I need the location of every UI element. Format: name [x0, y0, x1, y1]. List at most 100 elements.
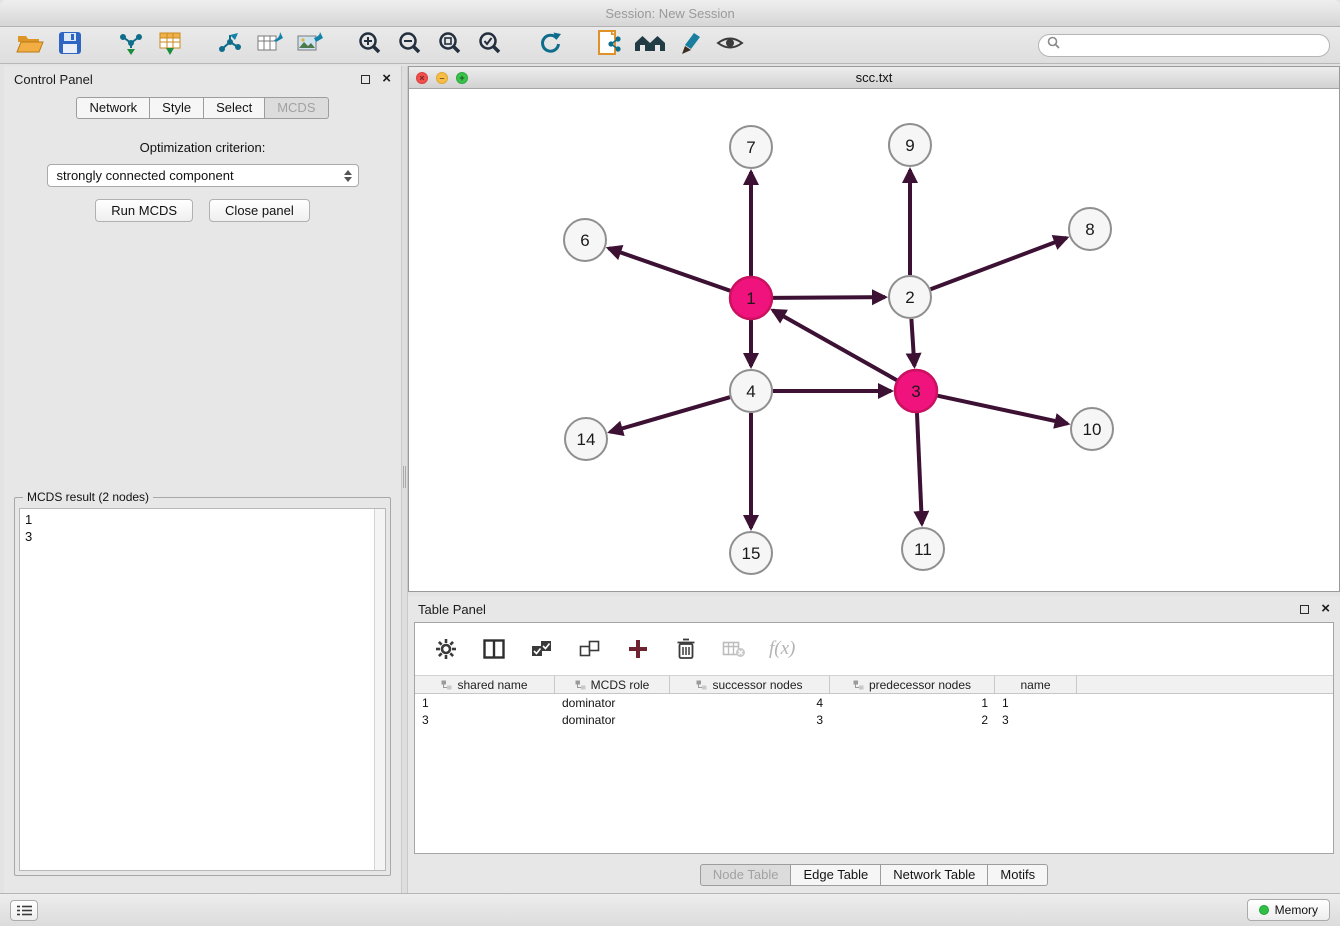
- import-table-icon: [156, 30, 184, 61]
- graph-node-label: 7: [746, 138, 755, 157]
- graph-node-label: 4: [746, 382, 755, 401]
- zoom-window-icon[interactable]: +: [456, 72, 468, 84]
- float-panel-icon[interactable]: [361, 75, 370, 84]
- zoom-in-icon: [357, 30, 383, 61]
- table-settings-button[interactable]: [433, 636, 459, 662]
- control-panel-title: Control Panel: [14, 72, 93, 87]
- export-table-button[interactable]: [250, 29, 290, 61]
- panel-splitter[interactable]: [401, 66, 408, 893]
- mcds-result-line: 3: [25, 528, 380, 545]
- cell-predecessor-nodes[interactable]: 2: [830, 711, 995, 728]
- new-network-button[interactable]: [210, 29, 250, 61]
- graph-edge-3-10[interactable]: [938, 396, 1068, 424]
- column-label: name: [1020, 678, 1050, 692]
- graph-edge-2-8[interactable]: [931, 238, 1067, 289]
- columns-icon: [483, 639, 505, 659]
- graph-node-label: 15: [742, 544, 761, 563]
- network-canvas[interactable]: 7968124314101511: [409, 89, 1339, 591]
- column-label: shared name: [457, 678, 527, 692]
- first-neighbors-button[interactable]: [630, 29, 670, 61]
- close-panel-icon[interactable]: ×: [382, 74, 391, 84]
- open-session-button[interactable]: [10, 29, 50, 61]
- add-column-button[interactable]: [625, 636, 651, 662]
- cell-mcds-role[interactable]: dominator: [555, 694, 670, 711]
- tab-select[interactable]: Select: [204, 97, 265, 119]
- graph-edge-2-3[interactable]: [911, 319, 914, 366]
- import-network-button[interactable]: [110, 29, 150, 61]
- cell-shared-name[interactable]: 3: [415, 711, 555, 728]
- graph-edge-1-2[interactable]: [773, 297, 885, 298]
- refresh-button[interactable]: [530, 29, 570, 61]
- import-table-button[interactable]: [150, 29, 190, 61]
- cell-name[interactable]: 3: [995, 711, 1077, 728]
- table-row[interactable]: 3 dominator 3 2 3: [415, 711, 1333, 728]
- attribute-icon: [441, 680, 452, 690]
- graph-node-label: 11: [914, 540, 932, 559]
- graph-edge-3-1[interactable]: [773, 310, 897, 380]
- attribute-icon: [853, 680, 864, 690]
- export-image-button[interactable]: [290, 29, 330, 61]
- memory-button[interactable]: Memory: [1247, 899, 1330, 921]
- delete-table-button[interactable]: [721, 636, 747, 662]
- show-columns-button[interactable]: [481, 636, 507, 662]
- zoom-out-button[interactable]: [390, 29, 430, 61]
- tab-motifs[interactable]: Motifs: [988, 864, 1048, 886]
- mcds-buttons-row: Run MCDS Close panel: [4, 199, 401, 222]
- column-header-successor-nodes[interactable]: successor nodes: [670, 676, 830, 693]
- tab-network-table[interactable]: Network Table: [881, 864, 988, 886]
- column-header-predecessor-nodes[interactable]: predecessor nodes: [830, 676, 995, 693]
- column-header-mcds-role[interactable]: MCDS role: [555, 676, 670, 693]
- select-all-button[interactable]: [529, 636, 555, 662]
- paintbrush-icon: [677, 30, 703, 61]
- result-scrollbar[interactable]: [374, 509, 385, 870]
- network-window-titlebar[interactable]: × – + scc.txt: [409, 67, 1339, 89]
- column-header-shared-name[interactable]: shared name: [415, 676, 555, 693]
- graph-edge-3-11[interactable]: [917, 413, 922, 524]
- cell-successor-nodes[interactable]: 3: [670, 711, 830, 728]
- cell-mcds-role[interactable]: dominator: [555, 711, 670, 728]
- zoom-fit-button[interactable]: [430, 29, 470, 61]
- network-window: × – + scc.txt 7968124314101511: [408, 66, 1340, 592]
- cell-successor-nodes[interactable]: 4: [670, 694, 830, 711]
- graph-edge-4-14[interactable]: [610, 397, 730, 432]
- close-window-icon[interactable]: ×: [416, 72, 428, 84]
- control-panel-tabs: Network Style Select MCDS: [4, 97, 401, 119]
- zoom-selected-icon: [477, 30, 503, 61]
- network-from-document-button[interactable]: [590, 29, 630, 61]
- minimize-window-icon[interactable]: –: [436, 72, 448, 84]
- tab-edge-table[interactable]: Edge Table: [791, 864, 881, 886]
- deselect-all-button[interactable]: [577, 636, 603, 662]
- function-builder-button[interactable]: f(x): [769, 636, 795, 662]
- table-row[interactable]: 1 dominator 4 1 1: [415, 694, 1333, 711]
- zoom-out-icon: [397, 30, 423, 61]
- close-table-panel-icon[interactable]: ×: [1321, 604, 1330, 614]
- title-bar[interactable]: Session: New Session: [0, 0, 1340, 27]
- graph-node-label: 1: [746, 289, 755, 308]
- graph-node-label: 9: [905, 136, 914, 155]
- tab-style[interactable]: Style: [150, 97, 204, 119]
- close-panel-button[interactable]: Close panel: [209, 199, 310, 222]
- task-history-button[interactable]: [10, 900, 38, 921]
- column-header-name[interactable]: name: [995, 676, 1077, 693]
- run-mcds-button[interactable]: Run MCDS: [95, 199, 193, 222]
- cell-shared-name[interactable]: 1: [415, 694, 555, 711]
- cell-predecessor-nodes[interactable]: 1: [830, 694, 995, 711]
- open-folder-icon: [16, 31, 44, 60]
- tab-network[interactable]: Network: [76, 97, 150, 119]
- paint-style-button[interactable]: [670, 29, 710, 61]
- tab-mcds[interactable]: MCDS: [265, 97, 328, 119]
- criterion-dropdown[interactable]: strongly connected component: [47, 164, 359, 187]
- zoom-in-button[interactable]: [350, 29, 390, 61]
- list-icon: [17, 905, 32, 916]
- save-session-button[interactable]: [50, 29, 90, 61]
- zoom-selected-button[interactable]: [470, 29, 510, 61]
- cell-name[interactable]: 1: [995, 694, 1077, 711]
- graph-edge-1-6[interactable]: [609, 248, 731, 290]
- show-hide-button[interactable]: [710, 29, 750, 61]
- mcds-result-textarea[interactable]: 1 3: [19, 508, 386, 871]
- search-input[interactable]: [1066, 38, 1321, 52]
- float-table-panel-icon[interactable]: [1300, 605, 1309, 614]
- tab-node-table[interactable]: Node Table: [700, 864, 792, 886]
- search-box[interactable]: [1038, 34, 1330, 57]
- delete-column-button[interactable]: [673, 636, 699, 662]
